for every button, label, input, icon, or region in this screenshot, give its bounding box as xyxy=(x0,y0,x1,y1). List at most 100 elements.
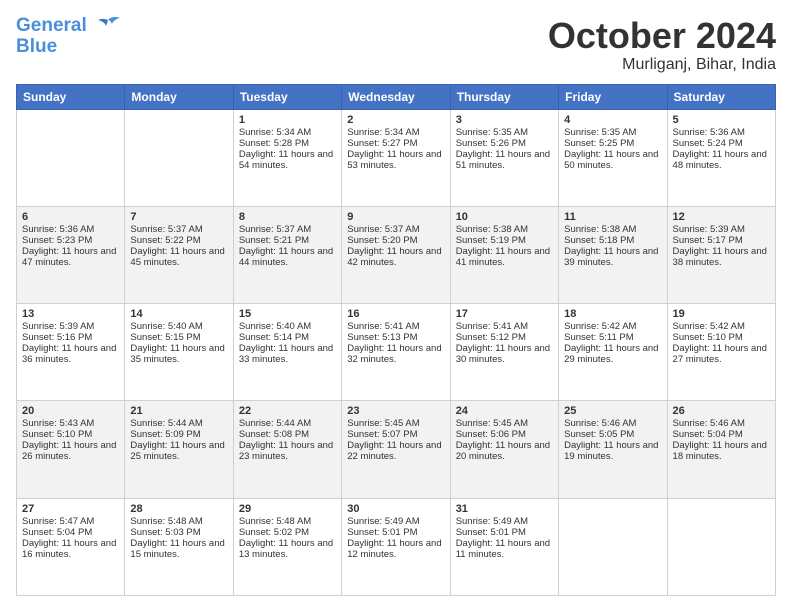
daylight-text: Daylight: 11 hours and 35 minutes. xyxy=(130,343,224,365)
day-number: 5 xyxy=(673,114,770,126)
sunrise-text: Sunrise: 5:47 AM xyxy=(22,516,94,527)
day-number: 8 xyxy=(239,211,336,223)
month-title: October 2024 xyxy=(548,16,776,56)
sunset-text: Sunset: 5:19 PM xyxy=(456,235,526,246)
sunrise-text: Sunrise: 5:44 AM xyxy=(130,418,202,429)
sunrise-text: Sunrise: 5:38 AM xyxy=(564,224,636,235)
table-row: 27 Sunrise: 5:47 AM Sunset: 5:04 PM Dayl… xyxy=(17,498,125,595)
day-number: 20 xyxy=(22,405,119,417)
sunrise-text: Sunrise: 5:37 AM xyxy=(130,224,202,235)
sunrise-text: Sunrise: 5:42 AM xyxy=(564,321,636,332)
sunset-text: Sunset: 5:14 PM xyxy=(239,332,309,343)
daylight-text: Daylight: 11 hours and 26 minutes. xyxy=(22,440,116,462)
sunrise-text: Sunrise: 5:48 AM xyxy=(239,516,311,527)
day-number: 11 xyxy=(564,211,661,223)
sunset-text: Sunset: 5:12 PM xyxy=(456,332,526,343)
daylight-text: Daylight: 11 hours and 23 minutes. xyxy=(239,440,333,462)
day-number: 28 xyxy=(130,503,227,515)
daylight-text: Daylight: 11 hours and 53 minutes. xyxy=(347,149,441,171)
sunrise-text: Sunrise: 5:36 AM xyxy=(673,127,745,138)
day-number: 22 xyxy=(239,405,336,417)
day-number: 4 xyxy=(564,114,661,126)
day-number: 17 xyxy=(456,308,553,320)
table-row: 14 Sunrise: 5:40 AM Sunset: 5:15 PM Dayl… xyxy=(125,304,233,401)
table-row: 28 Sunrise: 5:48 AM Sunset: 5:03 PM Dayl… xyxy=(125,498,233,595)
table-row: 31 Sunrise: 5:49 AM Sunset: 5:01 PM Dayl… xyxy=(450,498,558,595)
table-row: 12 Sunrise: 5:39 AM Sunset: 5:17 PM Dayl… xyxy=(667,206,775,303)
sunset-text: Sunset: 5:28 PM xyxy=(239,138,309,149)
calendar-week-row: 27 Sunrise: 5:47 AM Sunset: 5:04 PM Dayl… xyxy=(17,498,776,595)
day-number: 18 xyxy=(564,308,661,320)
day-number: 10 xyxy=(456,211,553,223)
sunset-text: Sunset: 5:10 PM xyxy=(673,332,743,343)
table-row: 9 Sunrise: 5:37 AM Sunset: 5:20 PM Dayli… xyxy=(342,206,450,303)
daylight-text: Daylight: 11 hours and 12 minutes. xyxy=(347,538,441,560)
sunset-text: Sunset: 5:10 PM xyxy=(22,429,92,440)
sunset-text: Sunset: 5:18 PM xyxy=(564,235,634,246)
daylight-text: Daylight: 11 hours and 30 minutes. xyxy=(456,343,550,365)
day-number: 25 xyxy=(564,405,661,417)
table-row: 11 Sunrise: 5:38 AM Sunset: 5:18 PM Dayl… xyxy=(559,206,667,303)
table-row: 22 Sunrise: 5:44 AM Sunset: 5:08 PM Dayl… xyxy=(233,401,341,498)
sunset-text: Sunset: 5:16 PM xyxy=(22,332,92,343)
daylight-text: Daylight: 11 hours and 44 minutes. xyxy=(239,246,333,268)
sunrise-text: Sunrise: 5:39 AM xyxy=(22,321,94,332)
table-row xyxy=(559,498,667,595)
table-row: 30 Sunrise: 5:49 AM Sunset: 5:01 PM Dayl… xyxy=(342,498,450,595)
daylight-text: Daylight: 11 hours and 48 minutes. xyxy=(673,149,767,171)
table-row: 5 Sunrise: 5:36 AM Sunset: 5:24 PM Dayli… xyxy=(667,109,775,206)
day-number: 21 xyxy=(130,405,227,417)
sunset-text: Sunset: 5:27 PM xyxy=(347,138,417,149)
daylight-text: Daylight: 11 hours and 20 minutes. xyxy=(456,440,550,462)
table-row: 26 Sunrise: 5:46 AM Sunset: 5:04 PM Dayl… xyxy=(667,401,775,498)
sunrise-text: Sunrise: 5:40 AM xyxy=(130,321,202,332)
col-thursday: Thursday xyxy=(450,84,558,109)
sunrise-text: Sunrise: 5:44 AM xyxy=(239,418,311,429)
sunrise-text: Sunrise: 5:36 AM xyxy=(22,224,94,235)
daylight-text: Daylight: 11 hours and 11 minutes. xyxy=(456,538,550,560)
sunrise-text: Sunrise: 5:37 AM xyxy=(239,224,311,235)
col-monday: Monday xyxy=(125,84,233,109)
day-number: 15 xyxy=(239,308,336,320)
sunrise-text: Sunrise: 5:38 AM xyxy=(456,224,528,235)
sunrise-text: Sunrise: 5:46 AM xyxy=(673,418,745,429)
daylight-text: Daylight: 11 hours and 42 minutes. xyxy=(347,246,441,268)
sunset-text: Sunset: 5:15 PM xyxy=(130,332,200,343)
table-row: 25 Sunrise: 5:46 AM Sunset: 5:05 PM Dayl… xyxy=(559,401,667,498)
calendar-week-row: 13 Sunrise: 5:39 AM Sunset: 5:16 PM Dayl… xyxy=(17,304,776,401)
sunrise-text: Sunrise: 5:35 AM xyxy=(456,127,528,138)
sunset-text: Sunset: 5:21 PM xyxy=(239,235,309,246)
sunset-text: Sunset: 5:08 PM xyxy=(239,429,309,440)
sunrise-text: Sunrise: 5:43 AM xyxy=(22,418,94,429)
sunset-text: Sunset: 5:24 PM xyxy=(673,138,743,149)
calendar-header-row: Sunday Monday Tuesday Wednesday Thursday… xyxy=(17,84,776,109)
col-wednesday: Wednesday xyxy=(342,84,450,109)
sunset-text: Sunset: 5:26 PM xyxy=(456,138,526,149)
day-number: 29 xyxy=(239,503,336,515)
table-row: 3 Sunrise: 5:35 AM Sunset: 5:26 PM Dayli… xyxy=(450,109,558,206)
logo-text: General Blue xyxy=(16,16,122,58)
sunset-text: Sunset: 5:02 PM xyxy=(239,527,309,538)
col-tuesday: Tuesday xyxy=(233,84,341,109)
table-row: 16 Sunrise: 5:41 AM Sunset: 5:13 PM Dayl… xyxy=(342,304,450,401)
daylight-text: Daylight: 11 hours and 18 minutes. xyxy=(673,440,767,462)
sunrise-text: Sunrise: 5:41 AM xyxy=(347,321,419,332)
day-number: 9 xyxy=(347,211,444,223)
sunset-text: Sunset: 5:07 PM xyxy=(347,429,417,440)
daylight-text: Daylight: 11 hours and 39 minutes. xyxy=(564,246,658,268)
sunset-text: Sunset: 5:17 PM xyxy=(673,235,743,246)
calendar-table: Sunday Monday Tuesday Wednesday Thursday… xyxy=(16,84,776,596)
daylight-text: Daylight: 11 hours and 29 minutes. xyxy=(564,343,658,365)
day-number: 16 xyxy=(347,308,444,320)
daylight-text: Daylight: 11 hours and 32 minutes. xyxy=(347,343,441,365)
daylight-text: Daylight: 11 hours and 50 minutes. xyxy=(564,149,658,171)
header: General Blue October 2024 Murliganj, Bih… xyxy=(16,16,776,74)
sunrise-text: Sunrise: 5:49 AM xyxy=(347,516,419,527)
sunset-text: Sunset: 5:03 PM xyxy=(130,527,200,538)
sunset-text: Sunset: 5:25 PM xyxy=(564,138,634,149)
page: General Blue October 2024 Murliganj, Bih… xyxy=(0,0,792,612)
daylight-text: Daylight: 11 hours and 45 minutes. xyxy=(130,246,224,268)
day-number: 19 xyxy=(673,308,770,320)
day-number: 26 xyxy=(673,405,770,417)
sunset-text: Sunset: 5:23 PM xyxy=(22,235,92,246)
